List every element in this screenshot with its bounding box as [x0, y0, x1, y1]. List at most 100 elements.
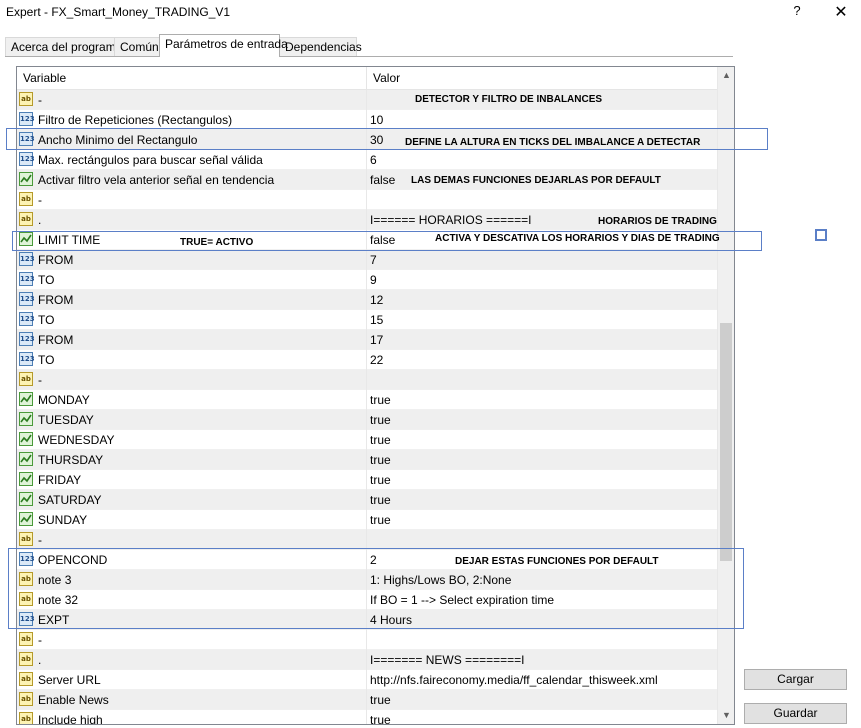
param-row[interactable]: THURSDAY true: [17, 450, 717, 470]
param-name: FROM: [38, 333, 74, 347]
column-header-value[interactable]: Valor: [373, 71, 400, 85]
scrollbar-thumb[interactable]: [720, 323, 732, 561]
help-button[interactable]: ?: [788, 3, 806, 23]
param-row[interactable]: 123 FROM 7: [17, 250, 717, 270]
param-value[interactable]: http://nfs.faireconomy.media/ff_calendar…: [370, 673, 658, 687]
string-type-icon: ab: [19, 92, 33, 106]
param-value[interactable]: true: [370, 493, 391, 507]
param-value[interactable]: true: [370, 393, 391, 407]
param-value[interactable]: 12: [370, 293, 383, 307]
param-row[interactable]: SUNDAY true: [17, 510, 717, 530]
bool-type-icon: [19, 472, 33, 486]
tab-dependencies[interactable]: Dependencias: [279, 37, 362, 56]
param-name: Max. rectángulos para buscar señal válid…: [38, 153, 263, 167]
param-name: FRIDAY: [38, 473, 82, 487]
number-type-icon: 123: [19, 332, 35, 346]
param-name: -: [38, 533, 42, 547]
param-row[interactable]: 123 Max. rectángulos para buscar señal vá…: [17, 150, 717, 170]
save-button[interactable]: Guardar: [744, 703, 847, 724]
string-type-icon: ab: [19, 212, 33, 226]
param-row[interactable]: ab -: [17, 530, 717, 550]
number-type-icon: 123: [19, 292, 35, 306]
param-value[interactable]: true: [370, 433, 391, 447]
param-value[interactable]: 7: [370, 253, 377, 267]
annotation-activa: ACTIVA Y DESCATIVA LOS HORARIOS Y DIAS D…: [435, 233, 720, 244]
number-type-icon: 123: [19, 252, 35, 266]
param-row[interactable]: ab -: [17, 90, 717, 110]
param-value[interactable]: 6: [370, 153, 377, 167]
param-value[interactable]: false: [370, 173, 395, 187]
grid-header: Variable Valor: [17, 67, 717, 90]
title-bar: Expert - FX_Smart_Money_TRADING_V1 ? ✕: [0, 0, 861, 28]
annotation-defaults: LAS DEMAS FUNCIONES DEJARLAS POR DEFAULT: [411, 175, 661, 186]
param-row[interactable]: 123 FROM 12: [17, 290, 717, 310]
param-row[interactable]: SATURDAY true: [17, 490, 717, 510]
param-value[interactable]: I======= NEWS ========I: [370, 653, 524, 667]
tab-common[interactable]: Común: [114, 37, 160, 56]
number-type-icon: 123: [19, 352, 35, 366]
param-name: TO: [38, 353, 55, 367]
param-row[interactable]: 123 FROM 17: [17, 330, 717, 350]
param-name: Enable News: [38, 693, 109, 707]
param-name: SUNDAY: [38, 513, 88, 527]
param-value[interactable]: 10: [370, 113, 383, 127]
annotation-horarios: HORARIOS DE TRADING: [598, 216, 717, 227]
param-value[interactable]: true: [370, 453, 391, 467]
param-row[interactable]: ab Include high true: [17, 710, 717, 724]
param-name: THURSDAY: [38, 453, 104, 467]
param-row[interactable]: 123 TO 9: [17, 270, 717, 290]
param-value[interactable]: true: [370, 473, 391, 487]
string-type-icon: ab: [19, 692, 33, 706]
param-value[interactable]: 17: [370, 333, 383, 347]
number-type-icon: 123: [19, 312, 35, 326]
param-value[interactable]: 15: [370, 313, 383, 327]
param-value[interactable]: 22: [370, 353, 383, 367]
checkbox-square-icon: [815, 229, 827, 241]
bool-type-icon: [19, 512, 33, 526]
param-row[interactable]: ab Enable News true: [17, 690, 717, 710]
param-name: -: [38, 193, 42, 207]
param-value[interactable]: true: [370, 713, 391, 724]
close-button[interactable]: ✕: [830, 2, 852, 24]
param-row[interactable]: ab -: [17, 370, 717, 390]
param-name: -: [38, 373, 42, 387]
param-name: TUESDAY: [38, 413, 94, 427]
param-row[interactable]: ab -: [17, 630, 717, 650]
param-row[interactable]: TUESDAY true: [17, 410, 717, 430]
param-row[interactable]: ab -: [17, 190, 717, 210]
param-name: Server URL: [38, 673, 101, 687]
scroll-up-icon[interactable]: ▲: [718, 67, 734, 84]
window-title: Expert - FX_Smart_Money_TRADING_V1: [6, 5, 231, 19]
param-row[interactable]: FRIDAY true: [17, 470, 717, 490]
param-name: -: [38, 633, 42, 647]
param-name: WEDNESDAY: [38, 433, 115, 447]
string-type-icon: ab: [19, 372, 33, 386]
param-name: -: [38, 93, 42, 107]
param-row[interactable]: 123 Filtro de Repeticiones (Rectangulos) 1…: [17, 110, 717, 130]
string-type-icon: ab: [19, 712, 33, 724]
param-row[interactable]: ab. I======= NEWS ========I: [17, 650, 717, 670]
param-value[interactable]: I====== HORARIOS ======I: [370, 213, 531, 227]
load-button[interactable]: Cargar: [744, 669, 847, 690]
param-value[interactable]: true: [370, 693, 391, 707]
param-value[interactable]: 9: [370, 273, 377, 287]
annotation-define: DEFINE LA ALTURA EN TICKS DEL IMBALANCE …: [405, 137, 701, 148]
tab-input-parameters[interactable]: Parámetros de entrada: [159, 34, 288, 57]
annotation-detector: DETECTOR Y FILTRO DE INBALANCES: [415, 94, 603, 105]
param-value[interactable]: true: [370, 413, 391, 427]
tab-about[interactable]: Acerca del programa: [5, 37, 122, 56]
annotation-true-activo: TRUE= ACTIVO: [180, 237, 254, 248]
string-type-icon: ab: [19, 632, 33, 646]
param-row[interactable]: ab Server URL http://nfs.faireconomy.media…: [17, 670, 717, 690]
param-row[interactable]: 123 TO 22: [17, 350, 717, 370]
param-name: .: [38, 213, 42, 227]
column-header-variable[interactable]: Variable: [23, 71, 66, 85]
param-row[interactable]: MONDAY true: [17, 390, 717, 410]
param-row[interactable]: 123 TO 15: [17, 310, 717, 330]
bool-type-icon: [19, 172, 33, 186]
scroll-down-icon[interactable]: ▼: [718, 707, 734, 724]
param-value[interactable]: true: [370, 513, 391, 527]
param-row[interactable]: WEDNESDAY true: [17, 430, 717, 450]
param-name: Activar filtro vela anterior señal en te…: [38, 173, 275, 187]
bool-type-icon: [19, 412, 33, 426]
